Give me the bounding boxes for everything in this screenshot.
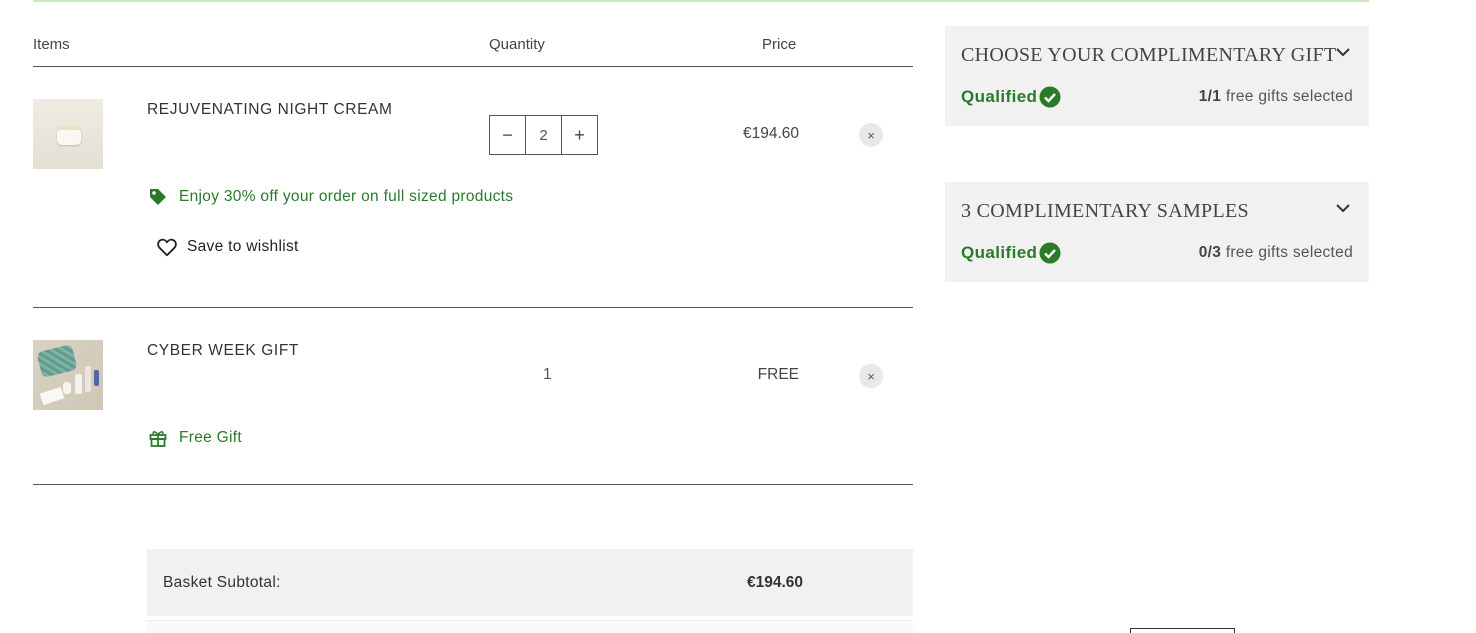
- save-to-wishlist-button[interactable]: Save to wishlist: [156, 236, 299, 258]
- check-circle-icon: [1039, 242, 1061, 264]
- panel-title: CHOOSE YOUR COMPLIMENTARY GIFT: [961, 44, 1337, 66]
- chevron-down-icon[interactable]: [1335, 200, 1351, 216]
- product-image-night-cream[interactable]: [33, 99, 103, 169]
- close-icon: ×: [867, 127, 875, 143]
- gifts-selected-value: 1/1: [1198, 88, 1222, 105]
- checkout-button-partial[interactable]: [1130, 628, 1235, 633]
- complimentary-gift-panel[interactable]: CHOOSE YOUR COMPLIMENTARY GIFT Qualified…: [945, 26, 1369, 126]
- quantity-stepper: − 2 +: [489, 115, 598, 155]
- close-icon: ×: [867, 368, 875, 384]
- item-divider: [33, 307, 913, 308]
- gifts-selected-count: 0/3 free gifts selected: [1199, 244, 1353, 262]
- tag-icon: [147, 186, 169, 208]
- free-gift-text: Free Gift: [179, 429, 242, 446]
- quantity-column-header: Quantity: [489, 36, 545, 53]
- promo-text: Enjoy 30% off your order on full sized p…: [179, 188, 514, 205]
- item-price: €194.60: [742, 125, 799, 142]
- complimentary-samples-panel[interactable]: 3 COMPLIMENTARY SAMPLES Qualified 0/3 fr…: [945, 182, 1369, 282]
- free-gift-label: Free Gift: [147, 427, 242, 449]
- item-quantity: 1: [543, 366, 552, 383]
- product-image-cyber-week-gift[interactable]: [33, 340, 103, 410]
- gifts-selected-value: 0/3: [1198, 244, 1222, 261]
- chevron-down-icon[interactable]: [1335, 44, 1351, 60]
- item-price: FREE: [757, 366, 799, 383]
- wishlist-label: Save to wishlist: [187, 238, 299, 255]
- item-divider: [33, 484, 913, 485]
- panel-title: 3 COMPLIMENTARY SAMPLES: [961, 200, 1249, 222]
- product-name[interactable]: REJUVENATING NIGHT CREAM: [147, 101, 393, 119]
- subtotal-amount: €194.60: [746, 574, 803, 591]
- gifts-selected-suffix: free gifts selected: [1225, 244, 1353, 261]
- basket-table-header: Items Quantity Price: [33, 36, 913, 67]
- gift-icon: [147, 427, 169, 449]
- product-name[interactable]: CYBER WEEK GIFT: [147, 342, 299, 360]
- qualified-status: Qualified: [961, 86, 1061, 108]
- items-column-header: Items: [33, 36, 70, 53]
- top-divider: [33, 0, 1369, 2]
- promo-message: Enjoy 30% off your order on full sized p…: [147, 186, 513, 208]
- subtotal-label: Basket Subtotal:: [163, 574, 281, 591]
- decrease-quantity-button[interactable]: −: [490, 116, 525, 154]
- qualified-label: Qualified: [961, 87, 1038, 106]
- check-circle-icon: [1039, 86, 1061, 108]
- basket-subtotal: Basket Subtotal: €194.60: [147, 549, 913, 616]
- qualified-status: Qualified: [961, 242, 1061, 264]
- heart-icon: [156, 236, 178, 258]
- qualified-label: Qualified: [961, 243, 1038, 262]
- remove-item-button[interactable]: ×: [859, 123, 883, 147]
- quantity-input[interactable]: 2: [525, 116, 562, 154]
- remove-item-button[interactable]: ×: [859, 364, 883, 388]
- gifts-selected-suffix: free gifts selected: [1225, 88, 1353, 105]
- next-summary-row: [147, 620, 913, 633]
- increase-quantity-button[interactable]: +: [562, 116, 597, 154]
- price-column-header: Price: [762, 36, 797, 53]
- gifts-selected-count: 1/1 free gifts selected: [1199, 88, 1353, 106]
